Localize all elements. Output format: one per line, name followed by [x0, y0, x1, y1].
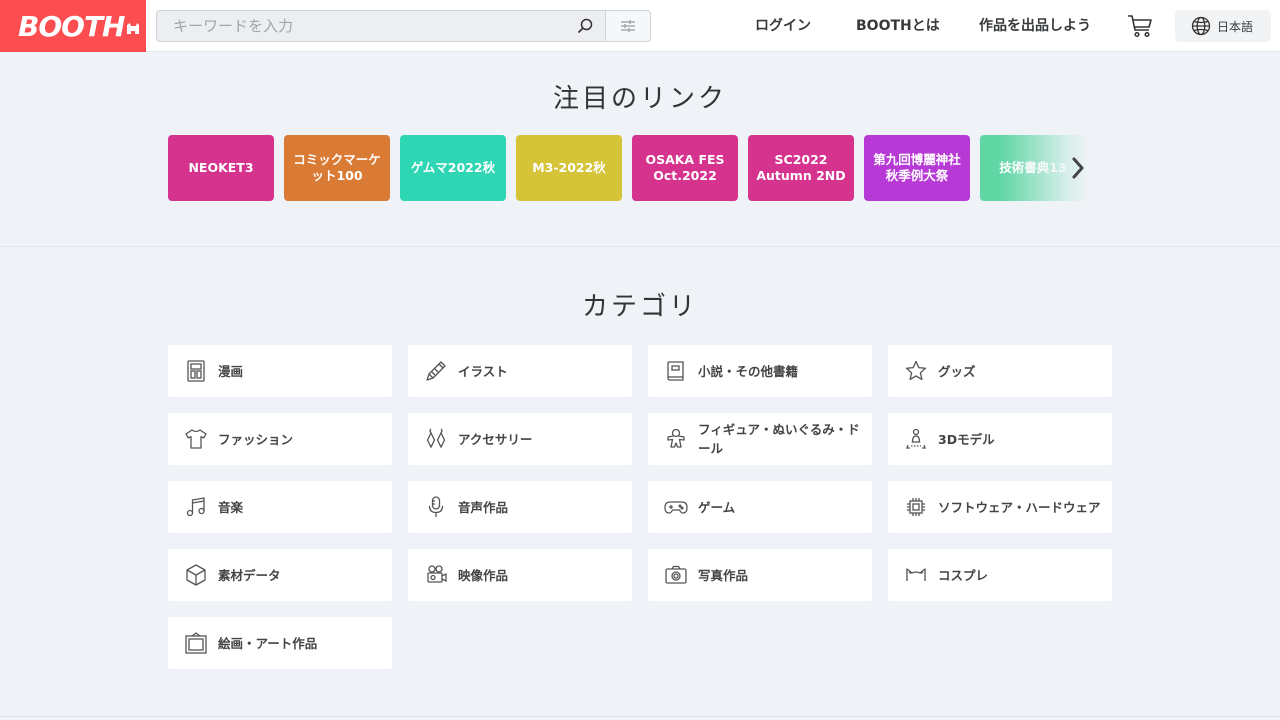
category-figures-dolls[interactable]: フィギュア・ぬいぐるみ・ドール — [648, 413, 872, 465]
category-label: フィギュア・ぬいぐるみ・ドール — [698, 422, 860, 456]
category-label: 映像作品 — [458, 567, 509, 583]
login-link[interactable]: ログイン — [755, 0, 811, 52]
category-manga[interactable]: 漫画 — [168, 345, 392, 397]
category-illustration[interactable]: イラスト — [408, 345, 632, 397]
featured-links-carousel: NEOKET3 コミックマーケット100 ゲムマ2022秋 M3-2022秋 O… — [168, 135, 1090, 201]
category-label: イラスト — [458, 363, 508, 379]
featured-link-label: NEOKET3 — [188, 160, 254, 175]
category-label: ソフトウェア・ハードウェア — [938, 499, 1101, 515]
star-icon — [905, 360, 927, 381]
category-accessories[interactable]: アクセサリー — [408, 413, 632, 465]
carousel-next-button[interactable] — [1066, 152, 1090, 184]
featured-link-tile[interactable]: コミックマーケット100 — [284, 135, 390, 201]
sell-link[interactable]: 作品を出品しよう — [979, 0, 1091, 52]
chevron-right-icon — [1072, 157, 1084, 179]
earrings-icon — [426, 428, 446, 449]
gamepad-icon — [664, 501, 688, 514]
tshirt-icon — [185, 429, 207, 449]
language-label: 日本語 — [1217, 19, 1254, 34]
gingerbread-figure-icon — [667, 428, 685, 448]
search-bar — [156, 10, 651, 42]
category-label: 音楽 — [218, 499, 244, 515]
logo-mascot-icon — [127, 23, 140, 34]
microphone-icon — [428, 496, 444, 517]
featured-link-label: OSAKA FES Oct.2022 — [645, 152, 725, 183]
featured-links-title: 注目のリンク — [552, 84, 727, 114]
category-label: 絵画・アート作品 — [218, 635, 318, 651]
featured-link-tile[interactable]: OSAKA FES Oct.2022 — [632, 135, 738, 201]
category-cosplay[interactable]: コスプレ — [888, 549, 1112, 601]
category-label: 3Dモデル — [938, 431, 995, 447]
featured-link-label: SC2022 Autumn 2ND — [756, 152, 846, 183]
category-photos[interactable]: 写真作品 — [648, 549, 872, 601]
category-video[interactable]: 映像作品 — [408, 549, 632, 601]
search-filter-button[interactable] — [605, 11, 650, 41]
pencil-icon — [426, 361, 446, 381]
category-label: 写真作品 — [698, 567, 749, 583]
search-input[interactable] — [157, 11, 565, 41]
camera-icon — [665, 565, 687, 584]
category-label: ゲーム — [698, 499, 736, 515]
featured-link-label: コミックマーケット100 — [293, 152, 381, 183]
video-camera-icon — [427, 565, 447, 583]
category-materials[interactable]: 素材データ — [168, 549, 392, 601]
music-note-icon — [186, 497, 205, 517]
featured-link-label: ゲムマ2022秋 — [410, 160, 496, 175]
logo-text: BOOTH — [18, 9, 125, 43]
category-label: コスプレ — [938, 567, 989, 583]
3d-model-icon — [906, 428, 926, 449]
featured-link-label: M3-2022秋 — [532, 160, 606, 175]
about-booth-link[interactable]: BOOTHとは — [856, 0, 940, 52]
search-icon — [577, 18, 593, 34]
book-icon — [667, 361, 684, 381]
manga-icon — [187, 360, 205, 382]
category-voice[interactable]: 音声作品 — [408, 481, 632, 533]
featured-link-tile[interactable]: M3-2022秋 — [516, 135, 622, 201]
category-music[interactable]: 音楽 — [168, 481, 392, 533]
globe-icon — [1191, 16, 1211, 36]
featured-link-tile[interactable]: NEOKET3 — [168, 135, 274, 201]
category-label: 小説・その他書籍 — [698, 363, 799, 379]
picture-frame-icon — [185, 632, 207, 654]
categories-title: カテゴリ — [581, 292, 698, 322]
category-3d-models[interactable]: 3Dモデル — [888, 413, 1112, 465]
site-header: BOOTH ログイン BOOTHとは 作品を出品しよう 日本語 — [0, 0, 1280, 52]
category-goods[interactable]: グッズ — [888, 345, 1112, 397]
category-paintings-art[interactable]: 絵画・アート作品 — [168, 617, 392, 669]
category-games[interactable]: ゲーム — [648, 481, 872, 533]
cube-icon — [186, 564, 206, 586]
featured-link-label: 第九回博麗神社秋季例大祭 — [873, 152, 961, 183]
category-label: ファッション — [218, 431, 294, 447]
category-books[interactable]: 小説・その他書籍 — [648, 345, 872, 397]
language-selector[interactable]: 日本語 — [1175, 10, 1271, 42]
category-software-hardware[interactable]: ソフトウェア・ハードウェア — [888, 481, 1112, 533]
featured-link-label: 技術書典13 — [999, 160, 1067, 175]
category-fashion[interactable]: ファッション — [168, 413, 392, 465]
featured-link-tile[interactable]: ゲムマ2022秋 — [400, 135, 506, 201]
featured-link-tile[interactable]: SC2022 Autumn 2ND — [748, 135, 854, 201]
booth-logo[interactable]: BOOTH — [0, 0, 146, 52]
category-label: アクセサリー — [458, 431, 533, 447]
featured-link-tile[interactable]: 第九回博麗神社秋季例大祭 — [864, 135, 970, 201]
category-label: 漫画 — [218, 363, 244, 379]
cart-icon[interactable] — [1126, 13, 1154, 39]
category-label: 素材データ — [218, 567, 281, 583]
section-divider — [0, 246, 1280, 247]
category-label: グッズ — [938, 363, 976, 379]
filter-sliders-icon — [621, 20, 635, 32]
cat-ears-icon — [906, 568, 926, 581]
bottom-divider — [0, 716, 1280, 717]
chip-icon — [907, 498, 925, 516]
category-label: 音声作品 — [458, 499, 509, 515]
search-button[interactable] — [565, 11, 605, 41]
